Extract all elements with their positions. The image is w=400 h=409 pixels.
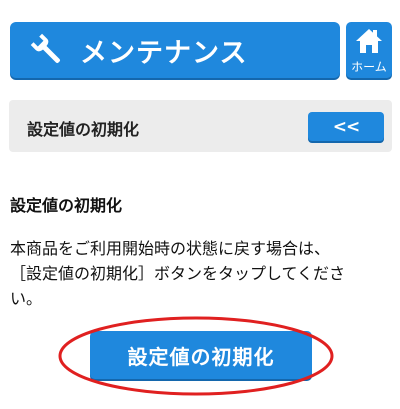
description-line: ［設定値の初期化］ボタンをタップしてくださ bbox=[10, 264, 346, 283]
description-line: 本商品をご利用開始時の状態に戻す場合は、 bbox=[10, 239, 331, 258]
home-icon bbox=[356, 29, 382, 53]
content-heading: 設定値の初期化 bbox=[10, 196, 123, 215]
home-label: ホーム bbox=[351, 60, 387, 74]
maintenance-page: メンテナンス ホーム 設定値の初期化 << 設定値の初期化 本商品をご利用開始時… bbox=[0, 0, 400, 409]
header-bar: メンテナンス bbox=[10, 22, 340, 78]
description-text: 本商品をご利用開始時の状態に戻す場合は、 ［設定値の初期化］ボタンをタップしてく… bbox=[10, 236, 390, 311]
reset-settings-button[interactable]: 設定値の初期化 bbox=[90, 331, 312, 379]
description-line: い。 bbox=[10, 289, 43, 308]
header-title: メンテナンス bbox=[80, 37, 248, 69]
back-button[interactable]: << bbox=[308, 112, 384, 141]
section-title: 設定値の初期化 bbox=[27, 120, 140, 139]
home-button[interactable]: ホーム bbox=[346, 22, 392, 78]
section-panel: 設定値の初期化 << bbox=[9, 100, 392, 152]
wrench-icon bbox=[30, 33, 60, 63]
